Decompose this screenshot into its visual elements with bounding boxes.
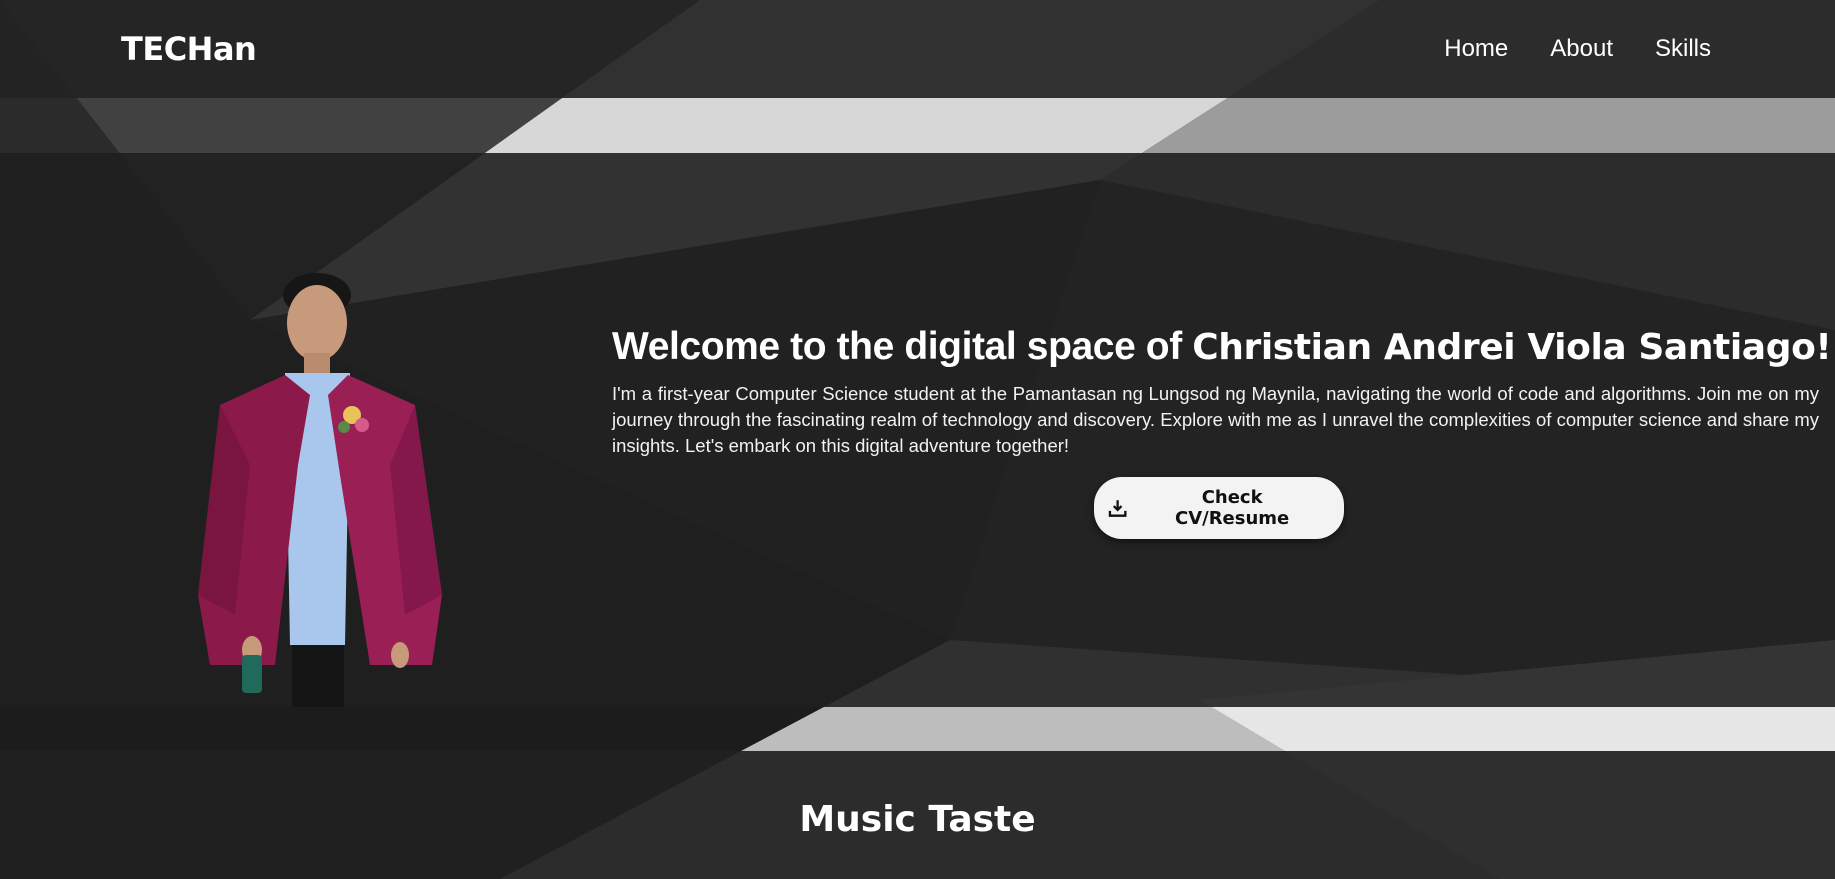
hero-title-prefix: Welcome to the digital space of — [612, 325, 1193, 368]
download-icon — [1108, 500, 1126, 517]
nav-skills-link[interactable]: Skills — [1655, 35, 1711, 63]
music-title: Music Taste — [799, 799, 1036, 840]
divider-band-top — [0, 98, 1835, 153]
site-logo[interactable]: TECHan — [121, 30, 257, 68]
hero-section: Welcome to the digital space of Christia… — [0, 153, 1835, 707]
hero-text: Welcome to the digital space of Christia… — [612, 325, 1832, 539]
portrait-image — [198, 273, 442, 707]
hero-title-name: Christian Andrei Viola Santiago! — [1192, 327, 1832, 368]
hero-description: I'm a first-year Computer Science studen… — [612, 383, 1819, 456]
music-section: Music Taste — [0, 751, 1835, 879]
cta-wrap: Check CV/Resume — [612, 477, 1819, 539]
top-nav: TECHan Home About Skills — [0, 0, 1835, 98]
divider-band-bottom — [0, 707, 1835, 751]
check-cv-button[interactable]: Check CV/Resume — [1093, 477, 1344, 539]
nav-home-link[interactable]: Home — [1444, 35, 1508, 63]
nav-about-link[interactable]: About — [1550, 35, 1613, 63]
nav-links: Home About Skills — [1444, 35, 1711, 63]
hero-title: Welcome to the digital space of Christia… — [612, 325, 1832, 369]
check-cv-label: Check CV/Resume — [1174, 487, 1290, 529]
